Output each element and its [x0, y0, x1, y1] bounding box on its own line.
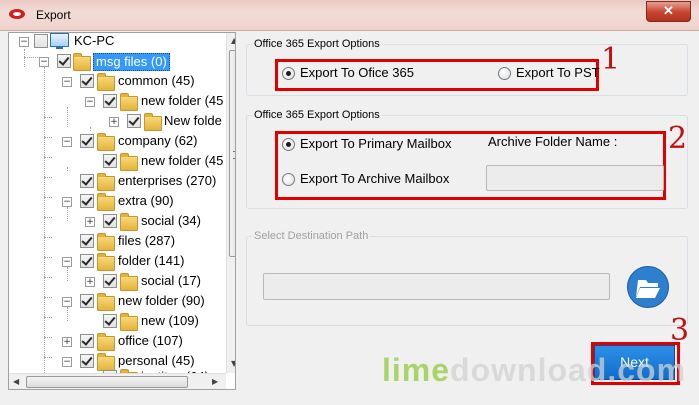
scroll-right-arrow-icon[interactable]: ▶: [212, 377, 218, 386]
folder-icon: [97, 173, 115, 191]
collapse-toggle[interactable]: −: [62, 197, 72, 207]
node-label: new (109): [141, 313, 199, 328]
scroll-up-arrow-icon[interactable]: ▲: [231, 36, 235, 45]
tree-vertical-scrollbar[interactable]: ▲ ▼: [226, 33, 235, 373]
node-label: folder (141): [118, 253, 185, 268]
app-logo-icon: [9, 9, 25, 19]
collapse-toggle[interactable]: −: [39, 57, 49, 67]
title-bar: Export ✕: [0, 0, 699, 31]
node-checkbox[interactable]: [103, 154, 117, 168]
expand-toggle[interactable]: +: [109, 117, 119, 127]
archive-folder-name-label: Archive Folder Name :: [488, 134, 618, 149]
node-checkbox[interactable]: [34, 34, 48, 48]
node-label: common (45): [118, 73, 195, 88]
node-label: office (107): [118, 333, 183, 348]
radio-export-office365[interactable]: [282, 67, 295, 80]
node-checkbox[interactable]: [80, 294, 94, 308]
node-checkbox[interactable]: [80, 254, 94, 268]
radio-primary-mailbox[interactable]: [282, 138, 295, 151]
scroll-thumb[interactable]: [229, 50, 235, 257]
radio-export-pst[interactable]: [498, 67, 511, 80]
radio-archive-mailbox[interactable]: [282, 173, 295, 186]
folder-icon: [97, 293, 115, 311]
node-label: new folder (45: [141, 153, 224, 168]
node-checkbox[interactable]: [57, 54, 71, 68]
node-checkbox[interactable]: [80, 234, 94, 248]
collapse-toggle[interactable]: −: [62, 257, 72, 267]
node-checkbox[interactable]: [103, 314, 117, 328]
node-label: social (17): [141, 273, 201, 288]
close-button[interactable]: ✕: [646, 1, 691, 22]
radio-label-primary-mailbox[interactable]: Export To Primary Mailbox: [300, 136, 451, 152]
node-checkbox[interactable]: [80, 134, 94, 148]
tree-horizontal-scrollbar[interactable]: ◀ ▶: [9, 373, 226, 389]
folder-icon: [120, 93, 138, 111]
expand-toggle[interactable]: +: [85, 217, 95, 227]
folder-icon: [97, 193, 115, 211]
node-label: new folder (90): [118, 293, 205, 308]
collapse-toggle[interactable]: −: [19, 37, 29, 47]
node-label: files (287): [118, 233, 176, 248]
folder-icon: [73, 53, 91, 71]
node-label: company (62): [118, 133, 198, 148]
open-folder-glyph: [636, 280, 660, 298]
node-checkbox[interactable]: [80, 74, 94, 88]
node-label: new folder (45: [141, 93, 224, 108]
collapse-toggle[interactable]: −: [62, 357, 72, 367]
folder-icon: [120, 153, 138, 171]
folder-icon: [97, 133, 115, 151]
scroll-down-arrow-icon[interactable]: ▼: [231, 359, 235, 368]
radio-label-pst[interactable]: Export To PST: [516, 65, 600, 81]
node-checkbox[interactable]: [103, 214, 117, 228]
group-title: Office 365 Export Options: [252, 38, 382, 50]
folder-icon: [120, 213, 138, 231]
annotation-number-1: 1: [601, 42, 621, 77]
watermark-part-2: download.com: [450, 352, 687, 388]
node-checkbox[interactable]: [80, 194, 94, 208]
node-label: KC-PC: [74, 33, 115, 48]
computer-icon: [50, 33, 69, 49]
annotation-number-2: 2: [668, 121, 688, 156]
node-label: personal (45): [118, 353, 195, 368]
collapse-toggle[interactable]: −: [62, 297, 72, 307]
scroll-left-arrow-icon[interactable]: ◀: [13, 377, 19, 386]
node-label: extra (90): [118, 193, 174, 208]
node-checkbox[interactable]: [80, 354, 94, 368]
radio-label-archive-mailbox[interactable]: Export To Archive Mailbox: [300, 171, 449, 187]
node-label: msg files (0): [93, 53, 170, 71]
archive-folder-name-input[interactable]: [486, 165, 664, 191]
watermark-part-1: lime: [382, 352, 451, 388]
watermark-logo: limedownload.com: [382, 352, 686, 389]
collapse-toggle[interactable]: −: [62, 77, 72, 87]
folder-icon: [97, 233, 115, 251]
collapse-toggle[interactable]: −: [85, 97, 95, 107]
node-checkbox[interactable]: [80, 174, 94, 188]
node-label: New folde: [164, 113, 222, 128]
node-label: enterprises (270): [118, 173, 217, 188]
folder-icon: [97, 333, 115, 351]
node-checkbox[interactable]: [103, 274, 117, 288]
group-title: Select Destination Path: [252, 230, 371, 242]
node-checkbox[interactable]: [103, 94, 117, 108]
radio-label-office365[interactable]: Export To Ofice 365: [300, 65, 414, 81]
folder-icon: [97, 73, 115, 91]
expand-toggle[interactable]: +: [62, 337, 72, 347]
window-title: Export: [36, 8, 71, 22]
node-checkbox[interactable]: [127, 114, 141, 128]
node-checkbox[interactable]: [80, 334, 94, 348]
folder-icon: [120, 313, 138, 331]
folder-icon: [120, 273, 138, 291]
folder-icon: [97, 353, 115, 371]
open-folder-icon[interactable]: [627, 266, 669, 308]
expand-toggle[interactable]: +: [85, 277, 95, 287]
folder-icon: [144, 113, 162, 131]
group-title: Office 365 Export Options: [252, 109, 382, 121]
node-label: social (34): [141, 213, 201, 228]
folder-icon: [97, 253, 115, 271]
collapse-toggle[interactable]: −: [62, 137, 72, 147]
scroll-thumb[interactable]: [26, 376, 188, 388]
destination-path-input[interactable]: [263, 273, 610, 300]
folder-tree[interactable]: − KC-PC − msg files (0) − common (45) − …: [8, 32, 236, 390]
